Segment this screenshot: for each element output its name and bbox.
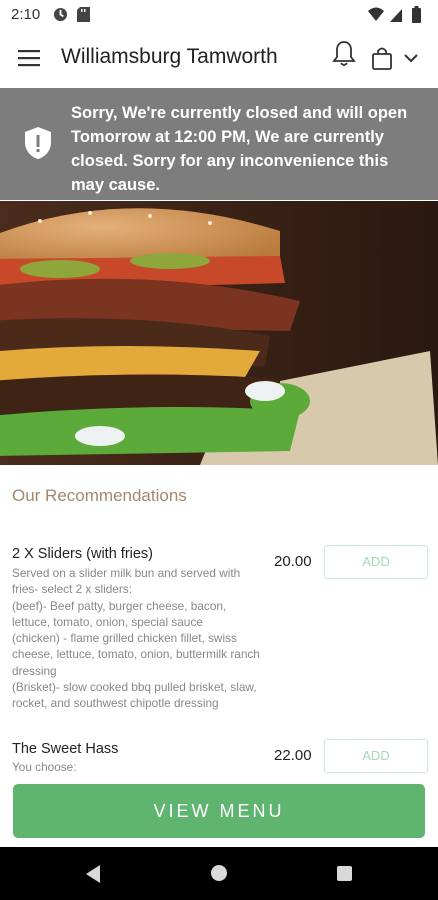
bell-icon[interactable] <box>332 40 356 68</box>
store-name[interactable]: Williamsburg Tamworth <box>61 45 278 69</box>
chevron-down-icon[interactable] <box>402 52 420 64</box>
view-menu-button[interactable]: VIEW MENU <box>13 784 425 838</box>
add-button[interactable]: ADD <box>324 739 428 773</box>
system-nav-bar <box>0 847 438 900</box>
shopping-bag-icon[interactable] <box>371 46 393 70</box>
app-header: Williamsburg Tamworth <box>0 30 438 88</box>
status-time: 2:10 <box>11 6 41 23</box>
item-name[interactable]: 2 X Sliders (with fries) <box>12 546 153 562</box>
recent-apps-icon[interactable] <box>337 866 352 881</box>
back-icon[interactable] <box>84 864 102 884</box>
item-name[interactable]: The Sweet Hass <box>12 741 118 757</box>
hero-burger-image <box>0 201 438 465</box>
closed-banner: Sorry, We're currently closed and will o… <box>0 88 438 200</box>
item-price: 22.00 <box>274 747 312 764</box>
status-bar: 2:10 <box>0 0 438 30</box>
item-description: Served on a slider milk bun and served w… <box>12 566 260 711</box>
closed-message: Sorry, We're currently closed and will o… <box>71 104 408 194</box>
recommendations-title: Our Recommendations <box>12 486 187 505</box>
sd-card-icon <box>77 7 90 22</box>
shield-alert-icon <box>25 127 51 159</box>
add-button[interactable]: ADD <box>324 545 428 579</box>
item-description: You choose: <box>12 760 77 774</box>
signal-battery-icons <box>368 6 421 23</box>
sync-status-icon <box>53 7 68 22</box>
burger-illustration <box>0 201 438 465</box>
home-icon[interactable] <box>211 865 227 881</box>
item-price: 20.00 <box>274 553 312 570</box>
menu-icon[interactable] <box>18 48 40 68</box>
